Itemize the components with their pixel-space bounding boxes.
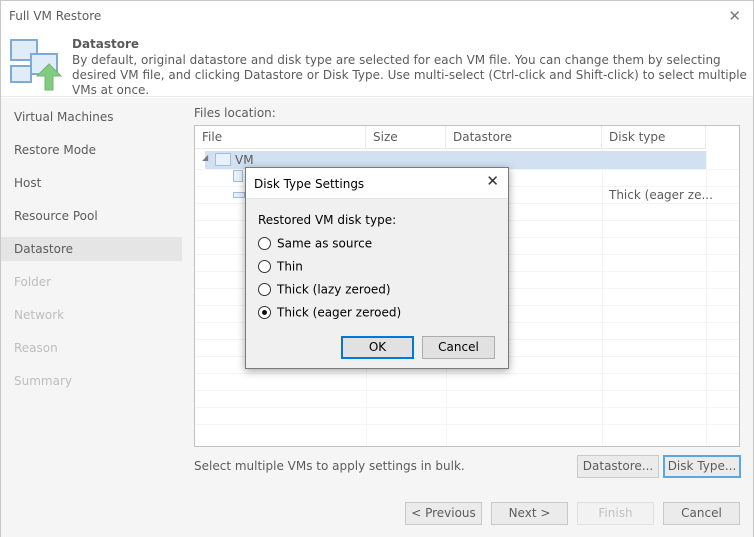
ok-button[interactable]: OK [341, 336, 414, 359]
radio-button-icon[interactable] [258, 260, 271, 273]
radio-label: Thin [277, 259, 303, 274]
radio-label: Thick (lazy zeroed) [277, 282, 391, 297]
radio-same-as-source[interactable]: Same as source [258, 236, 372, 252]
radio-thin[interactable]: Thin [258, 259, 303, 275]
radio-label: Thick (eager zeroed) [277, 305, 402, 320]
radio-thick-eager-zeroed[interactable]: Thick (eager zeroed) [258, 305, 401, 321]
dialog-close-icon[interactable]: ✕ [486, 172, 499, 190]
radio-button-icon[interactable] [258, 237, 271, 250]
dialog-body: Restored VM disk type: Same as source Th… [246, 198, 508, 368]
radio-button-icon[interactable] [258, 283, 271, 296]
disk-type-settings-dialog: Disk Type Settings ✕ Restored VM disk ty… [245, 167, 509, 369]
dialog-cancel-button[interactable]: Cancel [422, 336, 495, 359]
disk-type-label: Restored VM disk type: [258, 213, 397, 227]
radio-button-checked-icon[interactable] [258, 306, 271, 319]
radio-thick-lazy-zeroed[interactable]: Thick (lazy zeroed) [258, 282, 391, 298]
radio-label: Same as source [277, 236, 373, 251]
dialog-title: Disk Type Settings [254, 177, 365, 191]
